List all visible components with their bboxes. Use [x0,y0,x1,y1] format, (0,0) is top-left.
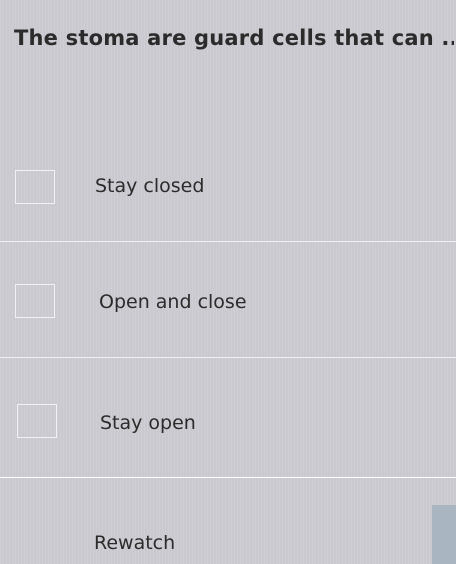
checkbox[interactable] [15,284,55,318]
answer-option-stay-closed[interactable]: Stay closed [0,145,456,245]
divider [0,357,456,358]
option-label: Open and close [99,291,247,313]
option-label: Stay open [100,412,196,434]
answer-option-stay-open[interactable]: Stay open [0,378,456,478]
rewatch-button[interactable]: Rewatch [94,532,175,554]
checkbox[interactable] [15,170,55,204]
answer-option-open-and-close[interactable]: Open and close [0,262,456,362]
divider [0,477,456,478]
question-text: The stoma are guard cells that can .. [14,26,454,50]
checkbox[interactable] [17,404,57,438]
divider [0,241,456,242]
side-panel-tab[interactable] [432,505,456,564]
option-label: Stay closed [95,175,205,197]
